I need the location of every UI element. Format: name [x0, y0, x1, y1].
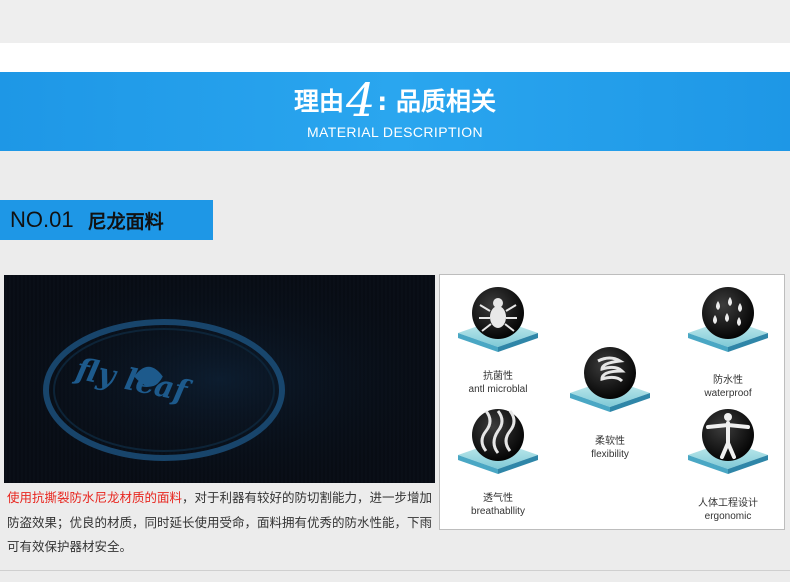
feature-en-label: antl microblal [468, 384, 528, 395]
fabric-photo: fly leaf [4, 275, 435, 483]
reason-banner: 理由4: 品质相关 MATERIAL DESCRIPTION [0, 72, 790, 151]
banner-title-suffix: : 品质相关 [377, 87, 496, 116]
banner-title-number: 4 [346, 73, 376, 127]
spring-icon [570, 347, 650, 412]
section-name: 尼龙面料 [87, 210, 164, 233]
feature-cn-label: 防水性 [713, 375, 743, 386]
banner-title: 理由4: 品质相关 [0, 77, 790, 124]
banner-subtitle: MATERIAL DESCRIPTION [306, 124, 484, 140]
top-band [0, 0, 790, 43]
vapor-icon [458, 409, 538, 474]
human-figure-icon [688, 409, 768, 474]
feature-antibacterial: 抗菌性 antl microblal [438, 370, 558, 396]
feature-cn-label: 柔软性 [595, 436, 625, 447]
feature-flexibility: 柔软性 flexibility [550, 435, 670, 461]
feature-en-label: flexibility [591, 449, 629, 460]
feature-en-label: ergonomic [704, 511, 752, 522]
feature-cn-label: 人体工程设计 [698, 498, 758, 509]
feature-breathability: 透气性 breathabllity [438, 492, 558, 518]
feature-cn-label: 透气性 [483, 493, 513, 504]
section-label: NO.01 尼龙面料 [0, 200, 213, 240]
description-highlight: 使用抗撕裂防水尼龙材质的面料 [7, 490, 183, 505]
feature-waterproof: 防水性 waterproof [668, 374, 788, 400]
banner-title-prefix: 理由 [294, 87, 345, 116]
feature-en-label: waterproof [704, 388, 752, 399]
fabric-description: 使用抗撕裂防水尼龙材质的面料，对于利器有较好的防切割能力，进一步增加防盗效果；优… [7, 486, 437, 560]
fabric-logo-emboss: fly leaf [4, 275, 435, 483]
section-number: NO.01 [10, 207, 74, 232]
bottom-divider [0, 570, 790, 571]
water-drops-icon [688, 287, 768, 352]
feature-en-label: breathabllity [471, 506, 525, 517]
feature-panel: 抗菌性 antl microblal 防水性 waterproof 柔软性 fl… [439, 274, 785, 530]
white-band [0, 43, 790, 72]
feature-ergonomic: 人体工程设计 ergonomic [668, 497, 788, 523]
feature-cn-label: 抗菌性 [483, 371, 513, 382]
bug-icon [458, 287, 538, 352]
